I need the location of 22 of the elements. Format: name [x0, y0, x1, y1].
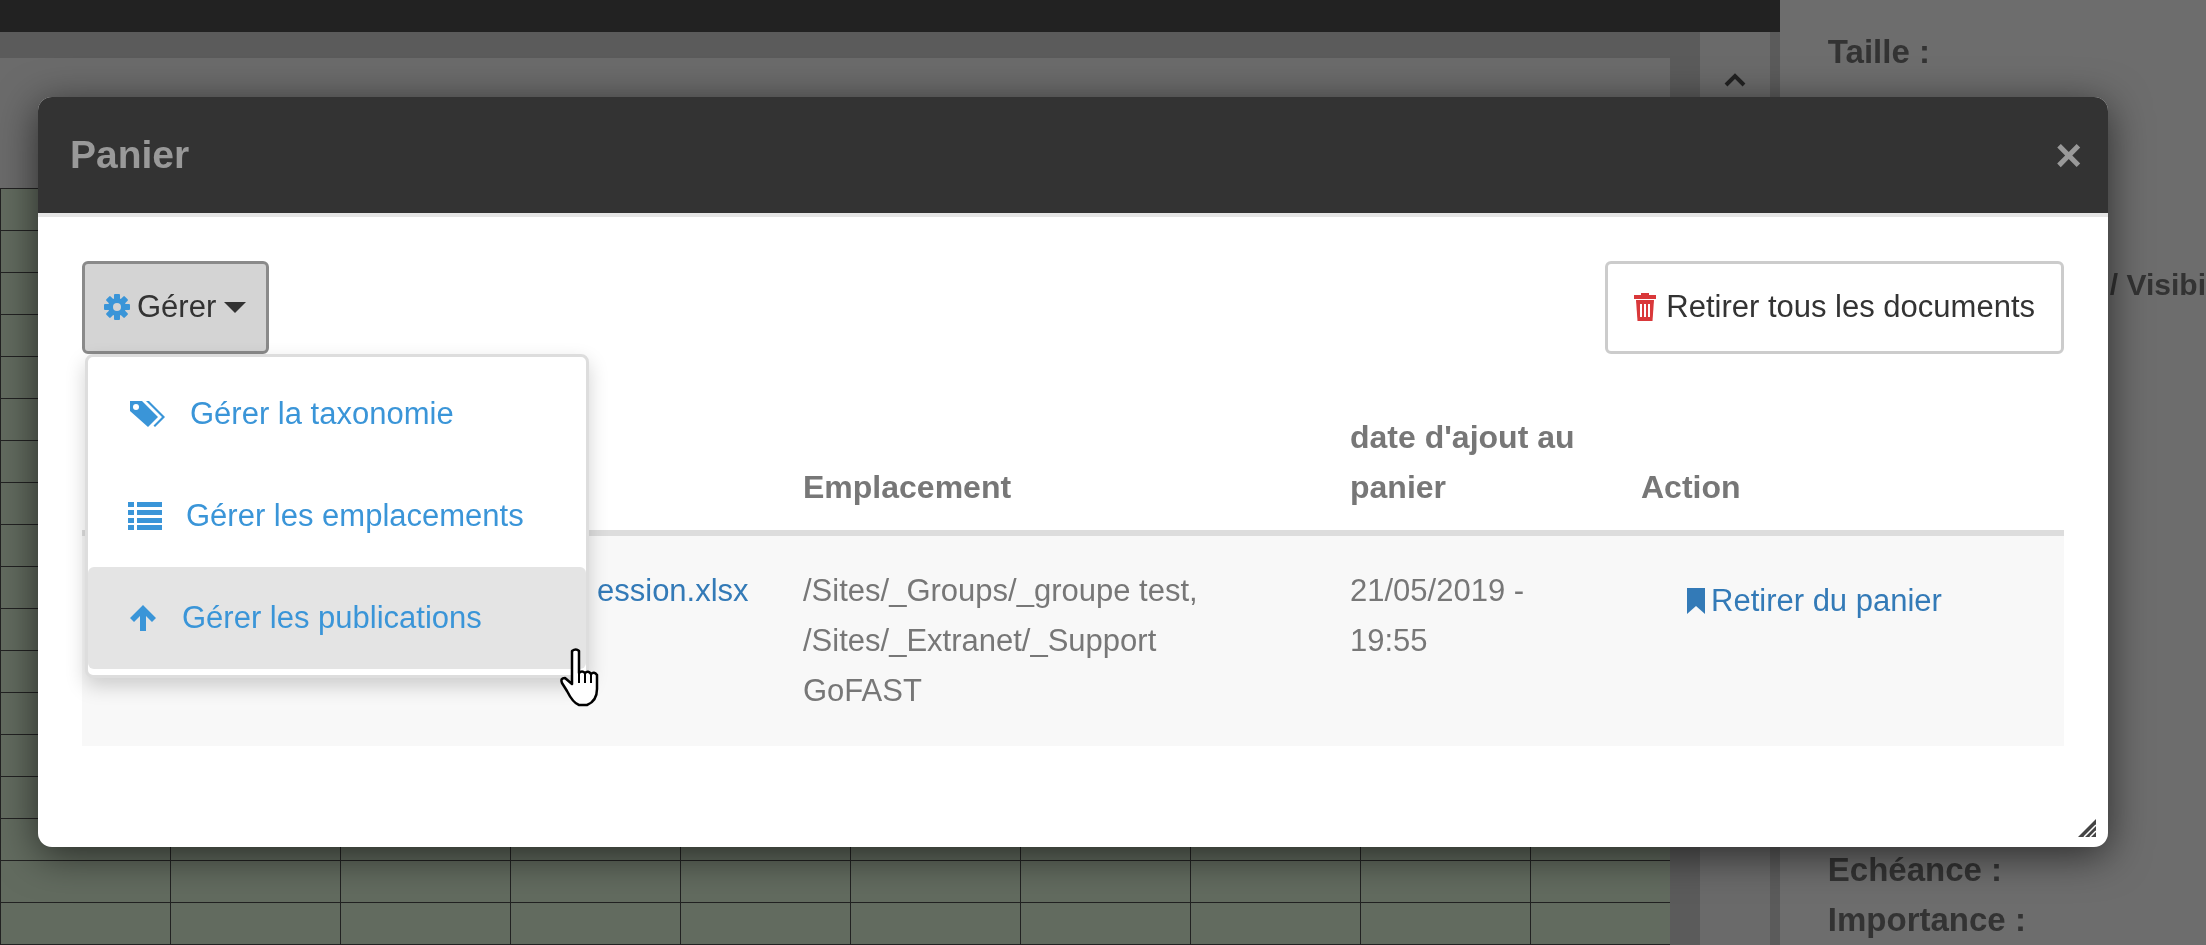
- field-label: Importance :: [1827, 900, 2027, 940]
- field-label: Taille :: [1827, 32, 1931, 72]
- menu-item[interactable]: Gérer les emplacements: [88, 465, 586, 567]
- menu-item[interactable]: Gérer la taxonomie: [88, 363, 586, 465]
- resize-grip-icon[interactable]: [2078, 819, 2096, 837]
- manage-button[interactable]: Gérer: [82, 261, 270, 354]
- field-label: / Visibi: [2109, 267, 2206, 303]
- modal-title: Panier: [70, 131, 190, 178]
- table-cell: 21/05/2019 - 19:55: [1350, 572, 1525, 658]
- arrow-up-icon: [128, 604, 158, 632]
- remove-all-button[interactable]: Retirer tous les documents: [1605, 261, 2064, 354]
- menu-item[interactable]: Gérer les publications: [88, 567, 586, 669]
- close-button[interactable]: ×: [2055, 132, 2082, 178]
- chevron-up-icon[interactable]: [1723, 72, 1747, 88]
- table-cell: /Sites/_Groups/_groupe test, /Sites/_Extranet/_Support GoFAST: [803, 572, 1198, 708]
- gear-icon: [103, 293, 131, 322]
- bookmark-icon: [1687, 587, 1705, 614]
- tags-icon: [128, 399, 166, 429]
- trash-icon: [1634, 293, 1657, 322]
- file-link[interactable]: ession.xlsx: [597, 572, 749, 608]
- remove-link[interactable]: Retirer du panier: [1687, 582, 1942, 618]
- list-icon: [128, 502, 162, 530]
